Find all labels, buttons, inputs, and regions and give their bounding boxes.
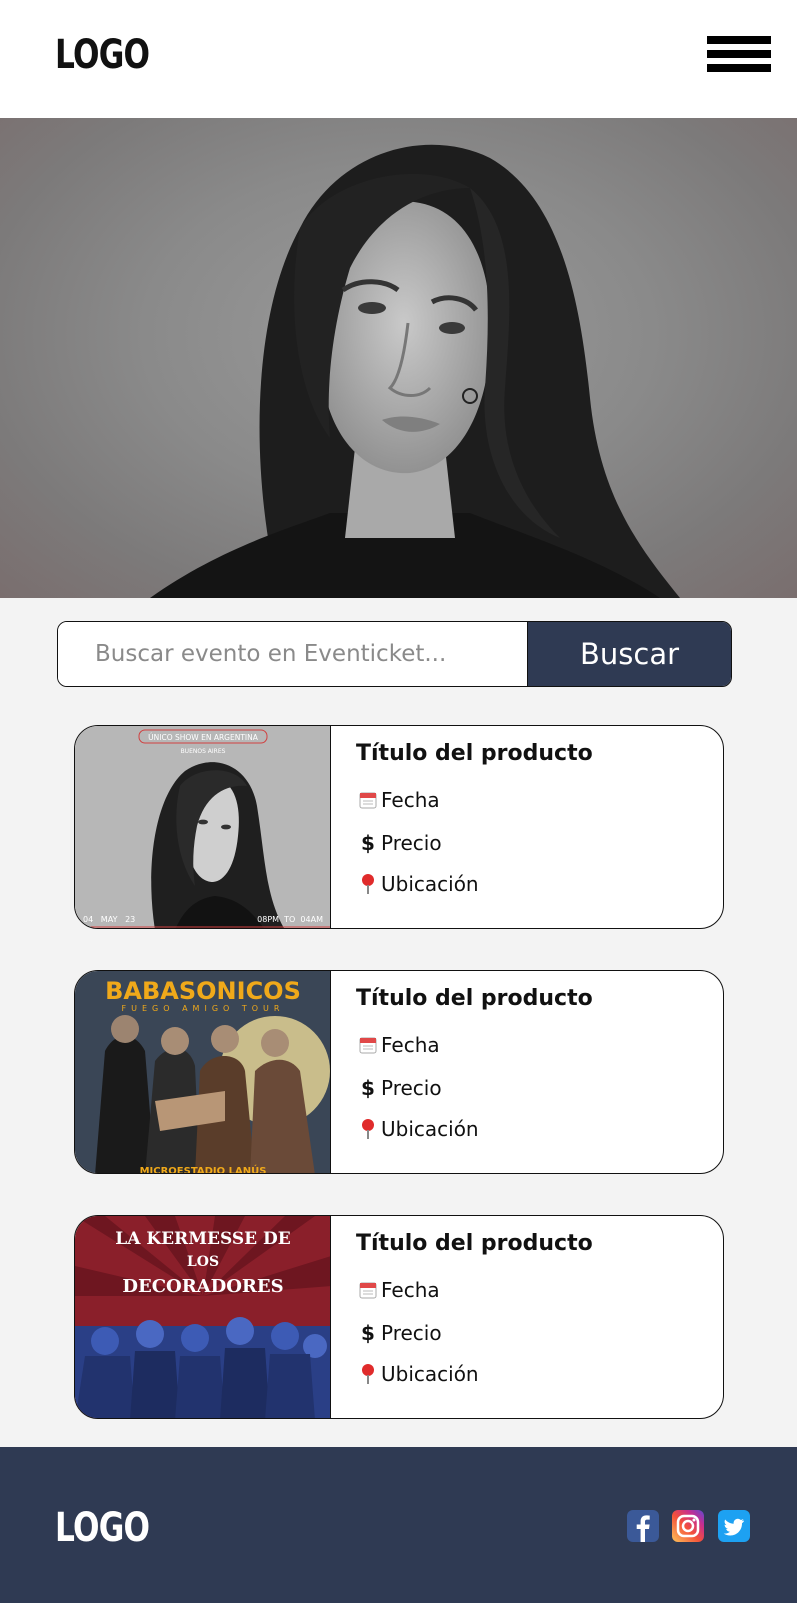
search-bar: Buscar bbox=[57, 621, 732, 687]
facebook-icon[interactable] bbox=[627, 1510, 659, 1542]
event-poster: ÚNICO SHOW EN ARGENTINA BUENOS AIRES 04 … bbox=[75, 726, 331, 928]
footer-logo[interactable]: LOGO bbox=[55, 1505, 150, 1551]
event-title: Título del producto bbox=[356, 986, 593, 1011]
svg-text:04 MAY 23: 04 MAY 23 bbox=[83, 915, 135, 924]
event-card[interactable]: BABASONICOS FUEGO AMIGO TOUR MICROESTADI… bbox=[74, 970, 724, 1174]
hero-portrait bbox=[150, 144, 680, 598]
header-logo[interactable]: LOGO bbox=[55, 32, 150, 78]
event-title: Título del producto bbox=[356, 1231, 593, 1256]
event-location: Ubicación bbox=[356, 872, 479, 896]
event-title: Título del producto bbox=[356, 741, 593, 766]
svg-text:MICROESTADIO LANÚS: MICROESTADIO LANÚS bbox=[140, 1164, 267, 1174]
search-button[interactable]: Buscar bbox=[527, 622, 731, 686]
svg-text:BABASONICOS: BABASONICOS bbox=[105, 977, 301, 1005]
twitter-icon[interactable] bbox=[718, 1510, 750, 1542]
dollar-icon: $ bbox=[361, 1076, 375, 1100]
dollar-icon: $ bbox=[361, 831, 375, 855]
svg-text:DECORADORES: DECORADORES bbox=[122, 1276, 283, 1297]
event-poster: LA KERMESSE DE LOS DECORADORES bbox=[75, 1216, 331, 1418]
search-input[interactable] bbox=[58, 622, 527, 686]
svg-text:ÚNICO SHOW EN ARGENTINA: ÚNICO SHOW EN ARGENTINA bbox=[148, 733, 259, 742]
pin-icon bbox=[356, 1362, 380, 1386]
hamburger-menu-icon[interactable] bbox=[707, 36, 771, 76]
event-poster: BABASONICOS FUEGO AMIGO TOUR MICROESTADI… bbox=[75, 971, 331, 1174]
pin-icon bbox=[356, 1117, 380, 1141]
svg-text:LA KERMESSE DE: LA KERMESSE DE bbox=[115, 1229, 290, 1249]
svg-text:LOS: LOS bbox=[187, 1254, 219, 1270]
calendar-icon bbox=[356, 1278, 380, 1302]
event-card[interactable]: LA KERMESSE DE LOS DECORADORES Título de… bbox=[74, 1215, 724, 1419]
event-price: $ Precio bbox=[356, 1321, 442, 1345]
svg-text:FUEGO AMIGO TOUR: FUEGO AMIGO TOUR bbox=[122, 1004, 285, 1013]
instagram-icon[interactable] bbox=[672, 1510, 704, 1542]
event-card[interactable]: ÚNICO SHOW EN ARGENTINA BUENOS AIRES 04 … bbox=[74, 725, 724, 929]
event-date: Fecha bbox=[356, 1033, 440, 1057]
event-location: Ubicación bbox=[356, 1117, 479, 1141]
svg-text:BUENOS AIRES: BUENOS AIRES bbox=[181, 748, 226, 755]
event-date: Fecha bbox=[356, 788, 440, 812]
header: LOGO bbox=[0, 0, 797, 118]
event-date: Fecha bbox=[356, 1278, 440, 1302]
event-price: $ Precio bbox=[356, 831, 442, 855]
dollar-icon: $ bbox=[361, 1321, 375, 1345]
event-price: $ Precio bbox=[356, 1076, 442, 1100]
event-location: Ubicación bbox=[356, 1362, 479, 1386]
calendar-icon bbox=[356, 1033, 380, 1057]
pin-icon bbox=[356, 872, 380, 896]
calendar-icon bbox=[356, 788, 380, 812]
footer: LOGO bbox=[0, 1447, 797, 1603]
svg-text:08PM TO 04AM: 08PM TO 04AM bbox=[257, 915, 323, 924]
hero-image bbox=[0, 118, 797, 598]
